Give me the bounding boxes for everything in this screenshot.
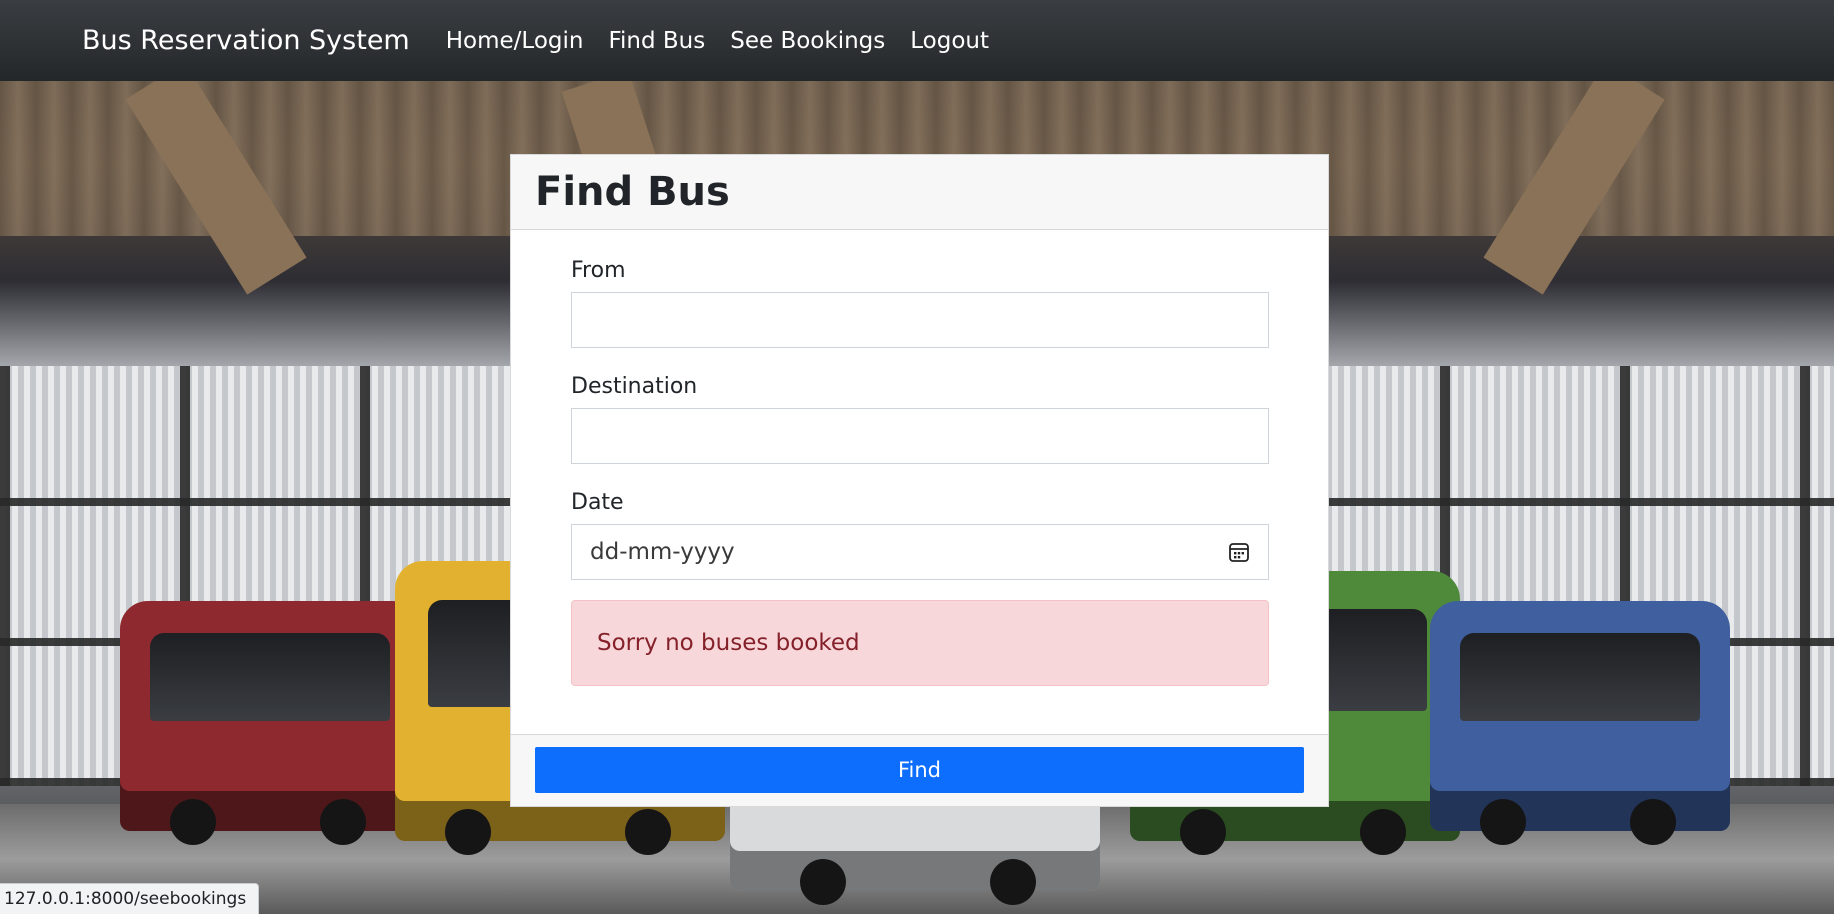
date-placeholder: dd-mm-yyyy: [590, 539, 735, 565]
find-bus-card: Find Bus From Destination Date dd-mm-yyy…: [510, 154, 1329, 807]
from-label: From: [571, 258, 626, 283]
brand-link[interactable]: Bus Reservation System: [82, 25, 410, 56]
bus-red: [120, 601, 420, 845]
nav-link-logout[interactable]: Logout: [910, 28, 989, 54]
card-footer: Find: [511, 734, 1328, 806]
nav-link-find-bus[interactable]: Find Bus: [608, 28, 705, 54]
date-input[interactable]: dd-mm-yyyy: [571, 524, 1269, 580]
navbar: Bus Reservation System Home/Login Find B…: [0, 0, 1834, 81]
no-buses-alert: Sorry no buses booked: [571, 600, 1269, 686]
status-url: 127.0.0.1:8000/seebookings: [4, 889, 247, 909]
nav-link-see-bookings[interactable]: See Bookings: [730, 28, 885, 54]
card-title: Find Bus: [535, 169, 730, 215]
destination-input[interactable]: [571, 408, 1269, 464]
alert-message: Sorry no buses booked: [597, 630, 860, 656]
calendar-icon[interactable]: [1228, 541, 1250, 563]
browser-status-bar: 127.0.0.1:8000/seebookings: [0, 883, 260, 914]
destination-label: Destination: [571, 374, 698, 399]
bus-blue: [1430, 601, 1730, 845]
nav-link-home-login[interactable]: Home/Login: [446, 28, 584, 54]
find-button[interactable]: Find: [535, 747, 1304, 793]
date-label: Date: [571, 490, 624, 515]
find-bus-form: From Destination Date dd-mm-yyyy Sorry n…: [511, 230, 1328, 699]
card-header: Find Bus: [511, 155, 1328, 230]
from-input[interactable]: [571, 292, 1269, 348]
